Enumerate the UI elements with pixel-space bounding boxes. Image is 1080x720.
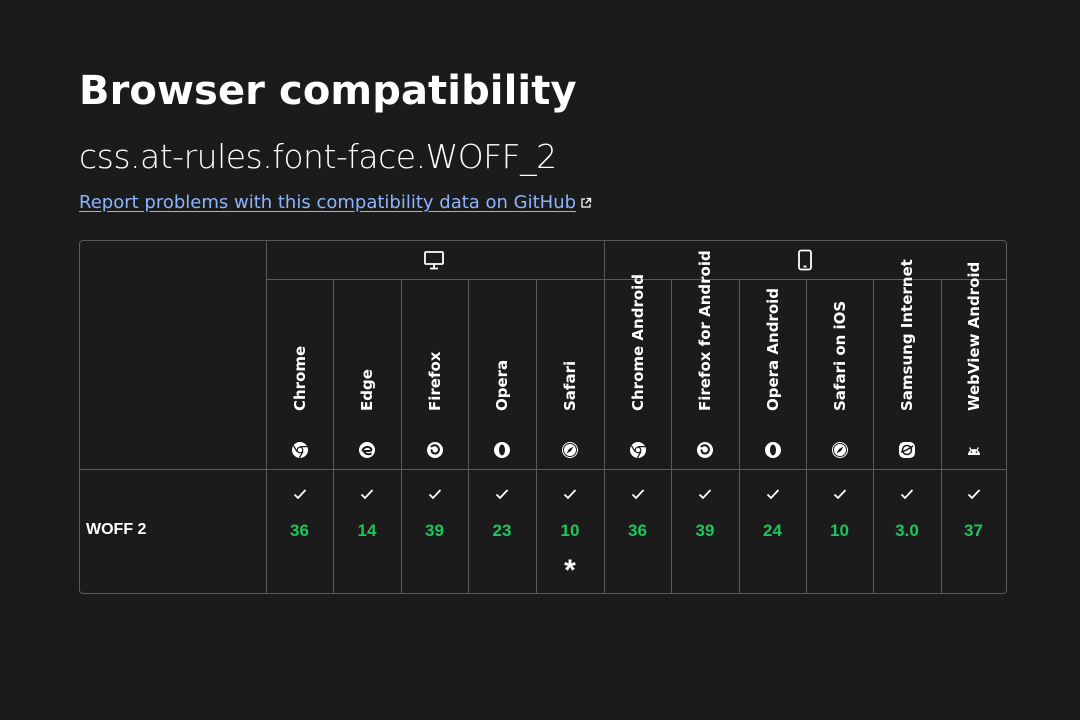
- browser-name: Safari on iOS: [830, 300, 849, 411]
- chrome-icon: [291, 442, 308, 459]
- browser-header-opera: Opera: [468, 281, 536, 469]
- mobile-icon: [798, 249, 812, 271]
- support-cell-opera[interactable]: 23: [468, 470, 536, 593]
- browser-header-firefox-for-android: Firefox for Android: [671, 250, 739, 469]
- samsung-internet-icon: [899, 442, 915, 458]
- browser-header-edge: Edge: [333, 281, 401, 469]
- check-icon: [967, 489, 980, 500]
- safari-icon: [562, 442, 578, 458]
- support-cell-chrome[interactable]: 36: [266, 470, 333, 593]
- browser-header-chrome: Chrome: [266, 281, 333, 469]
- browser-name: Firefox for Android: [696, 250, 714, 411]
- support-cell-chrome-android[interactable]: 36: [604, 470, 671, 593]
- browser-header-safari-on-ios: Safari on iOS: [806, 281, 873, 469]
- browser-header-safari: Safari: [536, 281, 604, 469]
- report-link-label: Report problems with this compatibility …: [79, 192, 577, 213]
- version-added: 36: [628, 521, 647, 540]
- compatibility-table: WOFF 2 Chrome 36 Edge 14 Firefox 39 Opera 23 Saf…: [79, 240, 1007, 594]
- page-title: Browser compatibility: [79, 68, 577, 114]
- edge-icon: [359, 442, 375, 458]
- support-cell-safari-on-ios[interactable]: 10: [806, 470, 873, 593]
- check-icon: [360, 489, 374, 500]
- browser-name: Firefox: [425, 351, 444, 411]
- version-added: 10: [830, 521, 849, 540]
- version-added: 37: [964, 521, 983, 540]
- external-link-icon: [581, 197, 592, 208]
- browser-name: Chrome: [290, 345, 309, 411]
- footnote-asterisk-icon[interactable]: *: [536, 554, 604, 588]
- browser-header-opera-android: Opera Android: [739, 281, 806, 469]
- browser-name: Opera Android: [763, 287, 782, 411]
- check-icon: [631, 489, 644, 500]
- version-added: 10: [560, 521, 580, 540]
- support-cell-edge[interactable]: 14: [333, 470, 401, 593]
- check-icon: [293, 489, 306, 500]
- check-icon: [428, 489, 441, 500]
- browser-name: Samsung Internet: [898, 259, 916, 411]
- feature-row-label: WOFF 2: [86, 521, 147, 538]
- browser-name: Edge: [358, 369, 376, 411]
- browser-header-chrome-android: Chrome Android: [604, 274, 671, 469]
- opera-icon: [494, 442, 510, 458]
- version-added: 3.0: [895, 521, 919, 540]
- safari-icon: [831, 442, 848, 458]
- android-icon: [967, 447, 980, 455]
- browser-header-samsung-internet: Samsung Internet: [873, 259, 941, 469]
- browser-name: Safari: [561, 360, 579, 411]
- opera-icon: [764, 442, 781, 458]
- browser-name: Chrome Android: [628, 273, 647, 411]
- support-cell-webview-android[interactable]: 37: [941, 470, 1006, 593]
- version-added: 36: [290, 521, 309, 540]
- report-problems-link[interactable]: Report problems with this compatibility …: [79, 192, 592, 213]
- browser-name: Opera: [493, 359, 511, 411]
- firefox-icon: [697, 442, 713, 458]
- version-added: 14: [357, 521, 377, 540]
- support-cell-firefox[interactable]: 39: [401, 470, 468, 593]
- chrome-icon: [629, 442, 646, 459]
- check-icon: [495, 489, 509, 500]
- support-cell-samsung-internet[interactable]: 3.0: [873, 470, 941, 593]
- support-cell-firefox-for-android[interactable]: 39: [671, 470, 739, 593]
- version-added: 24: [763, 521, 782, 540]
- support-cell-safari[interactable]: 10 *: [536, 470, 604, 593]
- check-icon: [833, 489, 846, 500]
- browser-header-webview-android: WebView Android: [941, 262, 1006, 469]
- check-icon: [900, 489, 914, 500]
- check-icon: [766, 489, 779, 500]
- firefox-icon: [426, 442, 443, 458]
- check-icon: [698, 489, 712, 500]
- browser-header-firefox: Firefox: [401, 281, 468, 469]
- desktop-icon: [424, 251, 444, 270]
- support-cell-opera-android[interactable]: 24: [739, 470, 806, 593]
- check-icon: [563, 489, 577, 500]
- version-added: 39: [695, 521, 715, 540]
- version-added: 23: [492, 521, 512, 540]
- browser-name: WebView Android: [964, 261, 983, 411]
- feature-path: css.at-rules.font-face.WOFF_2: [79, 137, 557, 176]
- version-added: 39: [425, 521, 444, 540]
